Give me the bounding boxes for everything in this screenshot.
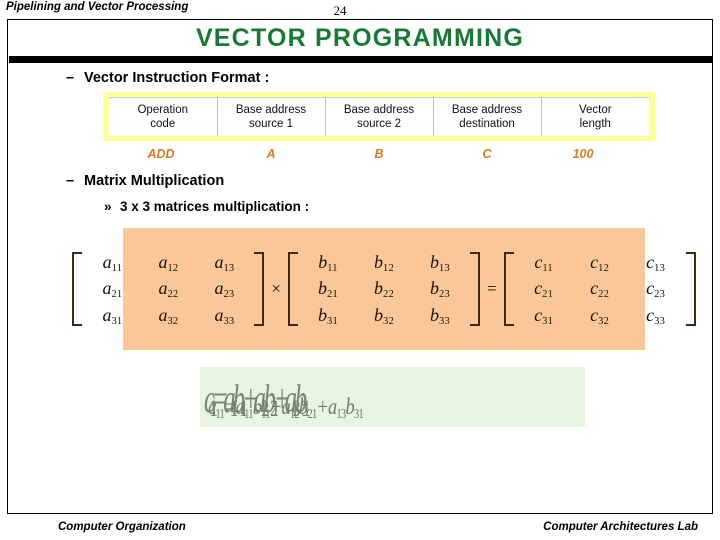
page-title: VECTOR PROGRAMMING — [195, 24, 525, 52]
operand-vector-length: 100 — [572, 147, 594, 161]
field-line2: destination — [459, 118, 515, 130]
matrix-cell: a23 — [214, 278, 235, 301]
matrix-b-grid: b11 b12 b13 b21 b22 b23 b31 b32 b33 — [300, 252, 468, 326]
header-chapter-title: Pipelining and Vector Processing — [6, 1, 189, 13]
matrix-cell: c21 — [534, 278, 554, 301]
bullet-dash-icon: – — [66, 70, 75, 86]
matrix-cell: b23 — [430, 278, 450, 301]
instruction-example-operands: ADD A B C 100 — [103, 147, 655, 165]
matrix-cell: a22 — [158, 278, 179, 301]
matrix-cell: a21 — [102, 278, 123, 301]
matrix-equation-figure: a11 a12 a13 a21 a22 a23 a31 a32 a33 × b1… — [102, 228, 665, 350]
bullet-vector-instruction-format: – Vector Instruction Format : — [66, 70, 269, 86]
bullet-label-matmul: Matrix Multiplication — [84, 173, 225, 189]
matrix-cell: a11 — [102, 252, 123, 275]
field-line1: Vector — [578, 103, 612, 116]
operand-destination: C — [482, 147, 492, 161]
field-line2: length — [579, 118, 611, 130]
operand-source-2: B — [374, 147, 384, 161]
matrix-cell: a13 — [214, 252, 235, 275]
page-number: 24 — [333, 3, 347, 18]
field-operation-code: Operation code — [109, 97, 218, 136]
field-base-address-source-2: Base address source 2 — [324, 97, 434, 136]
field-line1: Operation — [137, 103, 188, 116]
matrix-cell: b12 — [374, 252, 394, 275]
matrix-cell: a33 — [214, 304, 235, 327]
bullet-label-format: Vector Instruction Format : — [84, 70, 270, 86]
matrix-c-grid: c11 c12 c13 c21 c22 c23 c31 c32 c33 — [516, 252, 684, 326]
matrix-cell: c23 — [646, 278, 666, 301]
matrix-cell: b13 — [430, 252, 450, 275]
matrix-a: a11 a12 a13 a21 a22 a23 a31 a32 a33 — [72, 250, 264, 328]
matrix-cell: c13 — [646, 252, 666, 275]
matrix-cell: c12 — [590, 252, 610, 275]
slide: Pipelining and Vector Processing 24 VECT… — [0, 0, 720, 540]
field-base-address-destination: Base address destination — [432, 97, 542, 136]
vector-instruction-format-table: Operation code Base address source 1 Bas… — [103, 92, 655, 141]
operand-source-1: A — [266, 147, 276, 161]
matrix-cell: a12 — [158, 252, 179, 275]
matrix-cell: b32 — [374, 304, 394, 327]
matrix-cell: b11 — [318, 252, 338, 275]
field-base-address-source-1: Base address source 1 — [216, 97, 326, 136]
field-line2: code — [150, 118, 176, 130]
matrix-equation-row: a11 a12 a13 a21 a22 a23 a31 a32 a33 × b1… — [72, 250, 695, 328]
matrix-cell: c32 — [590, 304, 610, 327]
footer-right-text: Computer Architectures Lab — [543, 521, 698, 533]
equals-symbol: = — [487, 278, 497, 298]
matrix-cell: c22 — [590, 278, 610, 301]
bullet-3x3-matrices: » 3 x 3 matrices multiplication : — [104, 199, 309, 214]
field-line1: Base address — [343, 103, 415, 116]
matrix-cell: c11 — [534, 252, 553, 275]
matrix-cell: b31 — [318, 304, 338, 327]
footer-left-text: Computer Organization — [58, 521, 186, 533]
formula-figure: c11=a11b11+a12b21+a13b31 c11=a11b11+a12b… — [200, 367, 585, 427]
matrix-cell: b33 — [430, 304, 450, 327]
field-vector-length: Vector length — [540, 97, 649, 136]
matrix-b: b11 b12 b13 b21 b22 b23 b31 b32 b33 — [288, 250, 480, 328]
field-line1: Base address — [451, 103, 523, 116]
multiply-symbol: × — [271, 278, 281, 298]
field-line2: source 2 — [356, 118, 402, 130]
matrix-c: c11 c12 c13 c21 c22 c23 c31 c32 c33 — [504, 250, 696, 328]
bullet-chevron-icon: » — [104, 199, 112, 214]
bullet-label-3x3: 3 x 3 matrices multiplication : — [120, 199, 310, 214]
operand-opcode: ADD — [147, 147, 175, 161]
formula-overlay-layer: c11=a11b11+a12b21+a13b31 — [204, 376, 311, 422]
formula-inner: c11=a11b11+a12b21+a13b31 c11=a11b11+a12b… — [200, 367, 585, 427]
matrix-cell: c31 — [534, 304, 554, 327]
matrix-cell: a32 — [158, 304, 179, 327]
matrix-cell: b22 — [374, 278, 394, 301]
matrix-cell: a31 — [102, 304, 123, 327]
matrix-cell: b21 — [318, 278, 338, 301]
bullet-matrix-multiplication: – Matrix Multiplication — [66, 173, 224, 189]
table-row: Operation code Base address source 1 Bas… — [109, 97, 649, 136]
field-line2: source 1 — [248, 118, 294, 130]
matrix-cell: c33 — [646, 304, 666, 327]
field-line1: Base address — [235, 103, 307, 116]
title-divider-bar — [8, 56, 712, 63]
bullet-dash-icon: – — [66, 173, 75, 189]
matrix-a-grid: a11 a12 a13 a21 a22 a23 a31 a32 a33 — [84, 252, 252, 326]
format-field-table: Operation code Base address source 1 Bas… — [109, 97, 649, 136]
